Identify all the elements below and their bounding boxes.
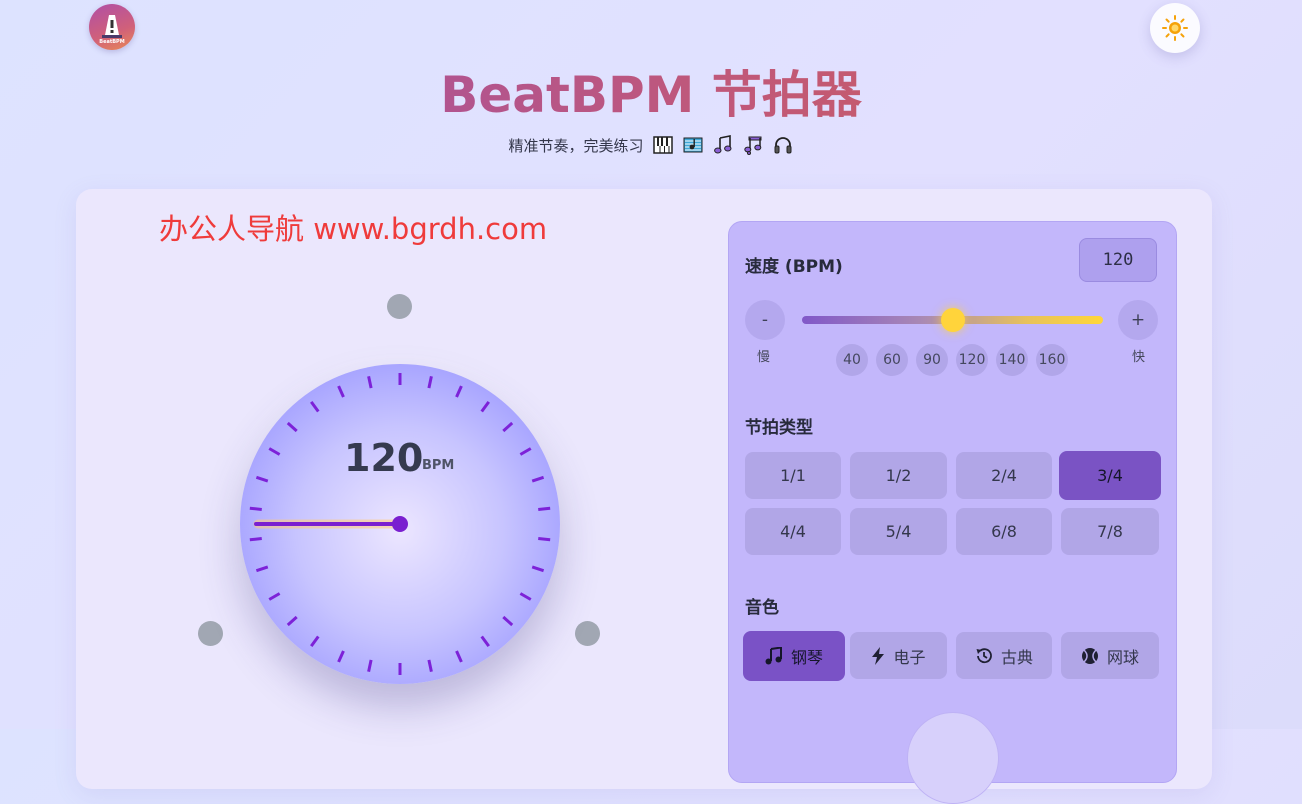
dial-tick: [480, 635, 490, 648]
increase-tempo-button[interactable]: +: [1118, 300, 1158, 340]
time-signature-6-8[interactable]: 6/8: [956, 508, 1052, 555]
sound-tennis-label: 网球: [1106, 647, 1139, 667]
musical-note-icon: [712, 134, 734, 156]
dial-tick: [455, 650, 463, 663]
beat-indicator-3: [198, 621, 223, 646]
headphones-icon: [772, 134, 794, 156]
dial-tick: [367, 375, 373, 389]
time-signature-2-4[interactable]: 2/4: [956, 452, 1052, 499]
dial-tick: [367, 659, 373, 673]
dial-tick: [286, 421, 298, 433]
dial-tick: [519, 447, 532, 456]
theme-toggle-button[interactable]: [1150, 3, 1200, 53]
dial-tick: [337, 385, 345, 398]
slow-label: 慢: [757, 350, 771, 365]
dial-tick: [268, 447, 281, 456]
logo-caption: BeatBPM: [99, 39, 125, 45]
watermark-text: 办公人导航 www.bgrdh.com: [159, 212, 548, 246]
dial-tick: [531, 475, 545, 483]
dial-tick: [286, 615, 298, 627]
dial-tick: [337, 650, 345, 663]
tempo-preset-60[interactable]: 60: [876, 344, 908, 376]
music-note-icon: [765, 647, 782, 665]
time-signature-1-2[interactable]: 1/2: [850, 452, 947, 499]
beat-indicator-2: [575, 621, 600, 646]
page-subtitle: 精准节奏，完美练习: [0, 134, 1302, 156]
sound-classical-label: 古典: [1000, 647, 1033, 667]
tempo-preset-90[interactable]: 90: [916, 344, 948, 376]
time-signature-3-4[interactable]: 3/4: [1059, 451, 1161, 500]
dial-bpm-unit: BPM: [422, 458, 455, 473]
time-signature-4-4[interactable]: 4/4: [745, 508, 841, 555]
time-signature-label: 节拍类型: [745, 418, 813, 438]
sun-icon: [1162, 15, 1188, 41]
metronome-dial: [240, 364, 560, 684]
lightning-icon: [872, 646, 885, 665]
dial-tick: [531, 565, 545, 573]
bpm-input[interactable]: [1079, 238, 1157, 282]
dial-tick: [519, 592, 532, 601]
dial-tick: [427, 659, 433, 673]
sound-label: 音色: [745, 598, 779, 618]
dial-needle-hub: [392, 516, 408, 532]
app-logo: BeatBPM: [89, 4, 135, 50]
dial-ticks: [249, 373, 551, 675]
dial-tick: [538, 506, 551, 511]
tempo-slider-thumb[interactable]: [940, 308, 965, 332]
tennis-ball-icon: [1081, 647, 1098, 664]
dial-tick: [249, 537, 262, 542]
decrease-tempo-button[interactable]: -: [745, 300, 785, 340]
fast-label: 快: [1132, 350, 1146, 365]
sound-piano-button[interactable]: 钢琴: [743, 631, 845, 681]
tempo-preset-160[interactable]: 160: [1036, 344, 1068, 376]
time-signature-7-8[interactable]: 7/8: [1061, 508, 1159, 555]
time-signature-1-1[interactable]: 1/1: [745, 452, 841, 499]
dial-tick: [502, 615, 514, 627]
dial-tick: [502, 421, 514, 433]
tempo-preset-120[interactable]: 120: [956, 344, 988, 376]
dial-tick: [268, 592, 281, 601]
tempo-label: 速度 (BPM): [745, 257, 843, 277]
sound-piano-label: 钢琴: [790, 648, 823, 667]
sound-electronic-label: 电子: [893, 647, 926, 667]
dial-tick: [249, 506, 262, 511]
subtitle-text: 精准节奏，完美练习: [508, 136, 644, 155]
dial-tick: [310, 635, 320, 648]
sound-classical-button[interactable]: 古典: [956, 632, 1052, 679]
history-icon: [976, 647, 992, 663]
dial-tick: [538, 537, 551, 542]
dial-tick: [310, 400, 320, 413]
piano-icon: [652, 134, 674, 156]
tempo-preset-140[interactable]: 140: [996, 344, 1028, 376]
page-title: BeatBPM 节拍器: [0, 62, 1302, 128]
musical-score-icon: [682, 134, 704, 156]
control-panel: [728, 221, 1177, 783]
musical-notes-icon: [742, 134, 764, 156]
sound-electronic-button[interactable]: 电子: [850, 632, 947, 679]
dial-tick: [480, 400, 490, 413]
beat-indicator-1: [387, 294, 412, 319]
dial-tick: [255, 475, 269, 483]
dial-tick: [427, 375, 433, 389]
play-button[interactable]: [907, 712, 999, 804]
time-signature-5-4[interactable]: 5/4: [850, 508, 947, 555]
dial-bpm-value: 120: [344, 436, 424, 480]
sound-tennis-button[interactable]: 网球: [1061, 632, 1159, 679]
dial-tick: [255, 565, 269, 573]
tempo-preset-40[interactable]: 40: [836, 344, 868, 376]
dial-tick: [455, 385, 463, 398]
